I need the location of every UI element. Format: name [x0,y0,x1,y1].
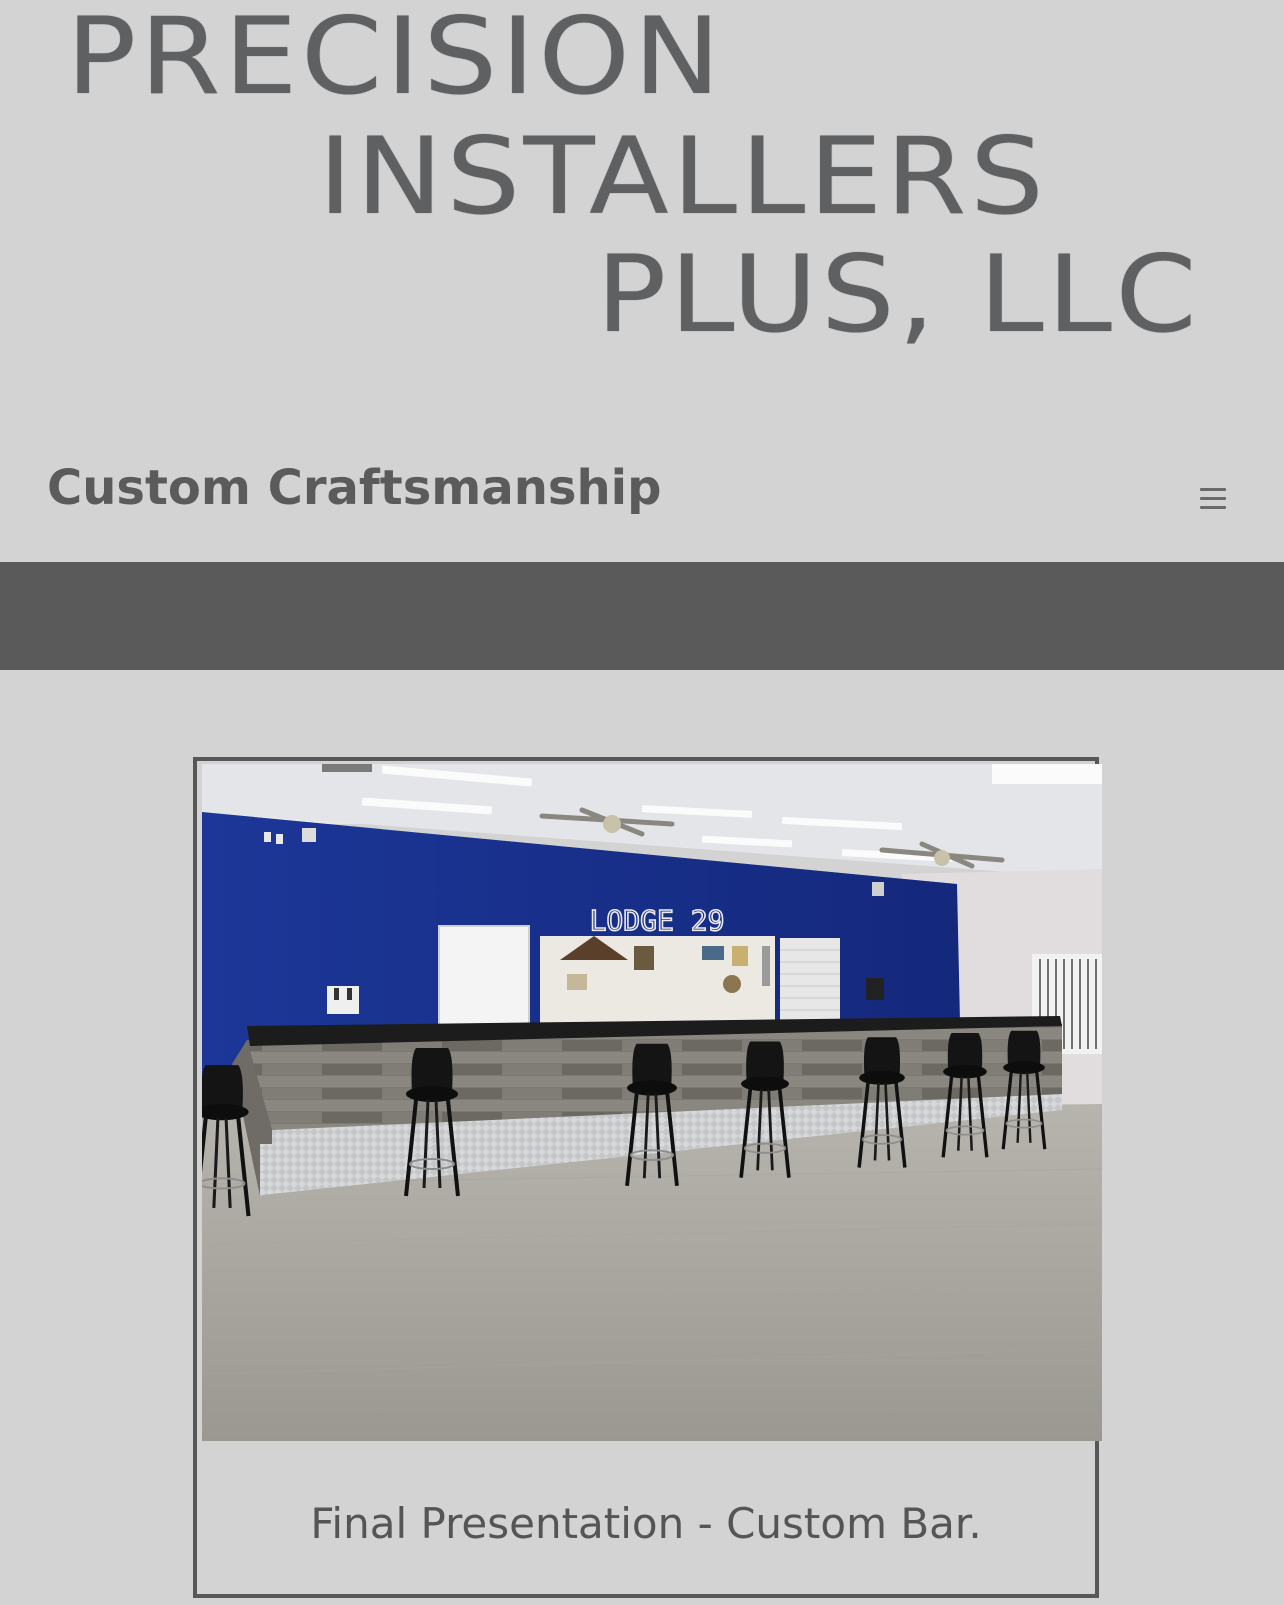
menu-toggle-button[interactable] [1196,480,1230,516]
logo-line-precision: PRECISION [66,0,724,118]
site-tagline[interactable]: Custom Craftsmanship [47,460,661,516]
logo-line-plus-llc: PLUS, LLC [596,233,1201,356]
logo-line-installers: INSTALLERS [318,115,1048,238]
lodge-sign-text: LODGE 29 [590,904,725,937]
site-header: Custom Craftsmanship [0,430,1284,560]
hamburger-menu-icon [1200,487,1226,509]
photo-caption: Final Presentation - Custom Bar. [310,1499,982,1548]
navigation-bar [0,562,1284,670]
gallery-figure: LODGE 29 Final Presentation - Custom Bar… [193,757,1102,1598]
custom-bar-photo[interactable]: LODGE 29 [202,764,1102,1441]
